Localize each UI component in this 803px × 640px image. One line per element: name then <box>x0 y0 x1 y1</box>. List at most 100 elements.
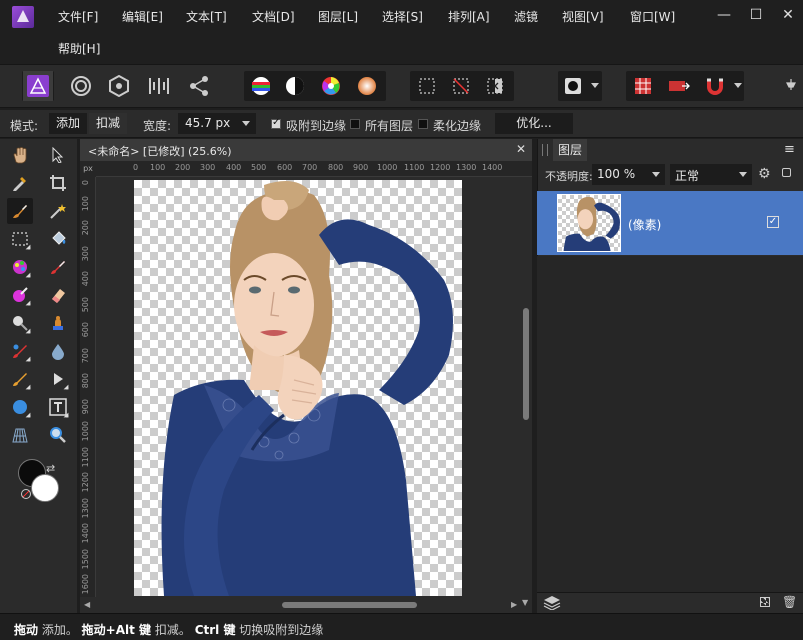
menu-file[interactable]: 文件[F] <box>58 8 98 26</box>
ruler-v-tick: 400 <box>81 271 90 287</box>
ruler-h-tick: 300 <box>200 163 216 172</box>
layer-visibility-checkbox[interactable]: ✓ <box>767 216 779 228</box>
dodge-icon <box>13 316 28 331</box>
node-tool[interactable] <box>45 366 71 392</box>
all-layers-checkbox[interactable] <box>350 119 360 129</box>
app-logo-icon <box>12 6 34 28</box>
assistant-button[interactable] <box>664 71 694 101</box>
dodge-tool[interactable] <box>7 310 33 336</box>
panel-grip-icon[interactable] <box>542 144 548 156</box>
width-input[interactable]: 45.7 px <box>178 113 256 134</box>
develop-icon <box>109 75 129 97</box>
snap-edges-checkbox[interactable] <box>271 117 281 129</box>
hsl-button[interactable] <box>316 71 346 101</box>
snapping-button[interactable] <box>700 71 730 101</box>
paint-brush-tool[interactable] <box>45 254 71 280</box>
photo-persona-icon <box>27 75 49 97</box>
marquee-tool[interactable] <box>7 226 33 252</box>
close-document-button[interactable]: ✕ <box>516 142 526 156</box>
snapping-dropdown-icon[interactable] <box>734 83 742 88</box>
export-persona-button[interactable] <box>184 71 214 101</box>
scroll-left-icon[interactable]: ◀ <box>84 600 90 609</box>
zoom-tool[interactable] <box>45 422 71 448</box>
photo-persona-button[interactable] <box>23 71 53 101</box>
magic-wand-tool[interactable] <box>45 198 71 224</box>
no-color-icon[interactable] <box>21 489 31 499</box>
smudge-tool[interactable] <box>7 366 33 392</box>
quick-mask-dropdown-icon[interactable] <box>591 83 599 88</box>
swap-colors-icon[interactable]: ⇄ <box>46 462 55 475</box>
width-dropdown-icon[interactable] <box>242 121 250 126</box>
blend-mode-dropdown-icon[interactable] <box>739 172 747 177</box>
selection-brush-tool[interactable] <box>7 198 33 224</box>
tone-mapping-persona-button[interactable] <box>144 71 174 101</box>
layer-name[interactable]: (像素) <box>628 216 661 233</box>
menu-document[interactable]: 文档[D] <box>252 8 295 26</box>
minimize-button[interactable]: — <box>710 4 738 26</box>
grid-button[interactable] <box>628 71 658 101</box>
menu-edit[interactable]: 编辑[E] <box>122 8 163 26</box>
develop-persona-button[interactable] <box>104 71 134 101</box>
hand-tool[interactable] <box>7 142 33 168</box>
lock-icon[interactable] <box>782 168 791 177</box>
shape-tool[interactable] <box>7 394 33 420</box>
secondary-color-swatch[interactable] <box>31 474 59 502</box>
image-canvas[interactable] <box>134 180 462 596</box>
pixel-tool[interactable] <box>7 282 33 308</box>
clone-tool[interactable] <box>45 310 71 336</box>
select-all-button[interactable] <box>412 71 442 101</box>
move-tool[interactable] <box>45 142 71 168</box>
opacity-input[interactable]: 100 % <box>592 164 665 185</box>
quick-mask-button[interactable] <box>558 71 588 101</box>
menu-arrange[interactable]: 排列[A] <box>448 8 490 26</box>
panel-menu-icon[interactable]: ≡ <box>784 142 795 157</box>
scroll-down-icon[interactable]: ▼ <box>522 598 528 607</box>
gear-icon[interactable]: ⚙ <box>758 166 771 182</box>
menu-help[interactable]: 帮助[H] <box>58 40 100 58</box>
pin-button[interactable] <box>776 71 803 101</box>
close-window-button[interactable]: ✕ <box>774 4 802 26</box>
levels-button[interactable] <box>246 71 276 101</box>
document-tab[interactable]: <未命名> [已修改] (25.6%) ✕ <box>80 139 532 161</box>
magnet-icon <box>707 78 723 95</box>
horizontal-scrollbar-thumb[interactable] <box>282 602 417 608</box>
invert-selection-button[interactable] <box>480 71 510 101</box>
mode-add-button[interactable]: 添加 <box>49 113 88 134</box>
crop-tool[interactable] <box>45 170 71 196</box>
soften-edges-checkbox[interactable] <box>418 119 428 129</box>
pin-icon <box>786 79 796 90</box>
maximize-button[interactable]: ☐ <box>742 4 770 26</box>
ellipse-shape-icon <box>13 400 27 414</box>
delete-layer-icon[interactable]: 🗑 <box>782 595 797 609</box>
refine-button[interactable]: 优化... <box>495 113 573 134</box>
erase-tool[interactable] <box>45 282 71 308</box>
paint-mixer-tool[interactable] <box>7 254 33 280</box>
ruler-v-tick: 600 <box>81 322 90 338</box>
menu-view[interactable]: 视图[V] <box>562 8 604 26</box>
color-picker-tool[interactable] <box>7 170 33 196</box>
menu-filters[interactable]: 滤镜 <box>514 8 538 26</box>
text-tool[interactable] <box>45 394 71 420</box>
layer-stack-icon[interactable] <box>543 595 563 611</box>
menu-window[interactable]: 窗口[W] <box>630 8 675 26</box>
flood-fill-tool[interactable] <box>45 226 71 252</box>
mesh-warp-tool[interactable] <box>7 422 33 448</box>
menu-select[interactable]: 选择[S] <box>382 8 423 26</box>
vertical-scrollbar-thumb[interactable] <box>523 308 529 420</box>
healing-tool[interactable] <box>7 338 33 364</box>
scroll-right-icon[interactable]: ▶ <box>511 600 517 609</box>
white-balance-button[interactable] <box>352 71 382 101</box>
blur-tool[interactable] <box>45 338 71 364</box>
mode-subtract-button[interactable]: 扣减 <box>89 113 128 134</box>
add-pixel-layer-icon[interactable] <box>760 597 770 607</box>
deselect-button[interactable] <box>446 71 476 101</box>
text-frame-icon <box>49 398 67 416</box>
menu-text[interactable]: 文本[T] <box>186 8 227 26</box>
layers-tab[interactable]: 图层 <box>553 139 587 161</box>
black-white-button[interactable] <box>280 71 310 101</box>
menu-layer[interactable]: 图层[L] <box>318 8 358 26</box>
liquify-persona-button[interactable] <box>66 71 96 101</box>
opacity-dropdown-icon[interactable] <box>652 172 660 177</box>
blend-mode-select[interactable]: 正常 <box>670 164 752 185</box>
status-alt-text: 扣减。 <box>151 623 191 637</box>
